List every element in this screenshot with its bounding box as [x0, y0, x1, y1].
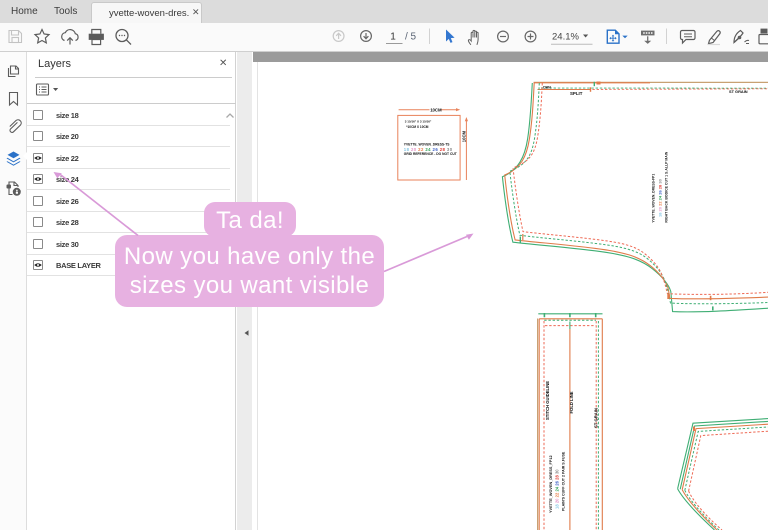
svg-text:24.1%: 24.1%	[552, 32, 579, 43]
svg-text:18 20 22 24 26 28 30: 18 20 22 24 26 28 30	[658, 178, 663, 217]
svg-text:GRID REFERENCE - DO NOT CUT: GRID REFERENCE - DO NOT CUT	[404, 152, 457, 156]
svg-text:10CM: 10CM	[430, 108, 442, 113]
svg-text:YVETTE_WOVEN_DRESS_FP12: YVETTE_WOVEN_DRESS_FP12	[549, 455, 553, 513]
svg-text:PLAIN'S CUFF CUT 2 PAIR S.FUSE: PLAIN'S CUFF CUT 2 PAIR S.FUSE	[562, 451, 566, 511]
svg-text:ST GRAIN: ST GRAIN	[594, 408, 599, 428]
svg-text:10CM: 10CM	[461, 131, 466, 143]
svg-text:STITCH GUIDELINE: STITCH GUIDELINE	[545, 381, 550, 420]
svg-text:3 15/16" X 3 15/16": 3 15/16" X 3 15/16"	[405, 119, 432, 123]
svg-text:/ 5: / 5	[405, 32, 417, 43]
svg-text:FOLD LINE: FOLD LINE	[569, 391, 574, 413]
svg-text:*10CM X 10CM: *10CM X 10CM	[406, 125, 428, 129]
svg-text:CBN: CBN	[543, 86, 551, 90]
svg-text:ST GRAIN: ST GRAIN	[729, 89, 748, 94]
svg-text:18 20 22 24 26 28 30: 18 20 22 24 26 28 30	[554, 469, 559, 509]
svg-text:YVETTE_WOVEN_DRESS-FP1: YVETTE_WOVEN_DRESS-FP1	[652, 174, 656, 223]
svg-text:SPLIT: SPLIT	[570, 91, 583, 96]
svg-text:RIGHT BACK BODICE CUT 1 S.ALLP: RIGHT BACK BODICE CUT 1 S.ALLP MAIN	[664, 151, 668, 222]
svg-text:1: 1	[390, 32, 396, 43]
